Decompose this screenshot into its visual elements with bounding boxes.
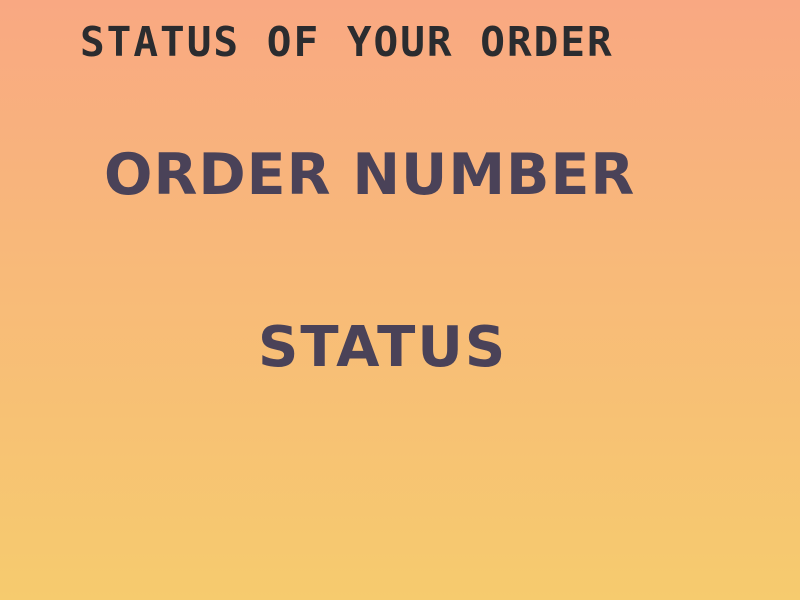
- order-status-screen: STATUS OF YOUR ORDER ORDER NUMBER STATUS: [0, 0, 800, 600]
- page-title: STATUS OF YOUR ORDER: [80, 18, 614, 66]
- status-label: STATUS: [258, 315, 508, 380]
- order-number-label: ORDER NUMBER: [104, 142, 636, 208]
